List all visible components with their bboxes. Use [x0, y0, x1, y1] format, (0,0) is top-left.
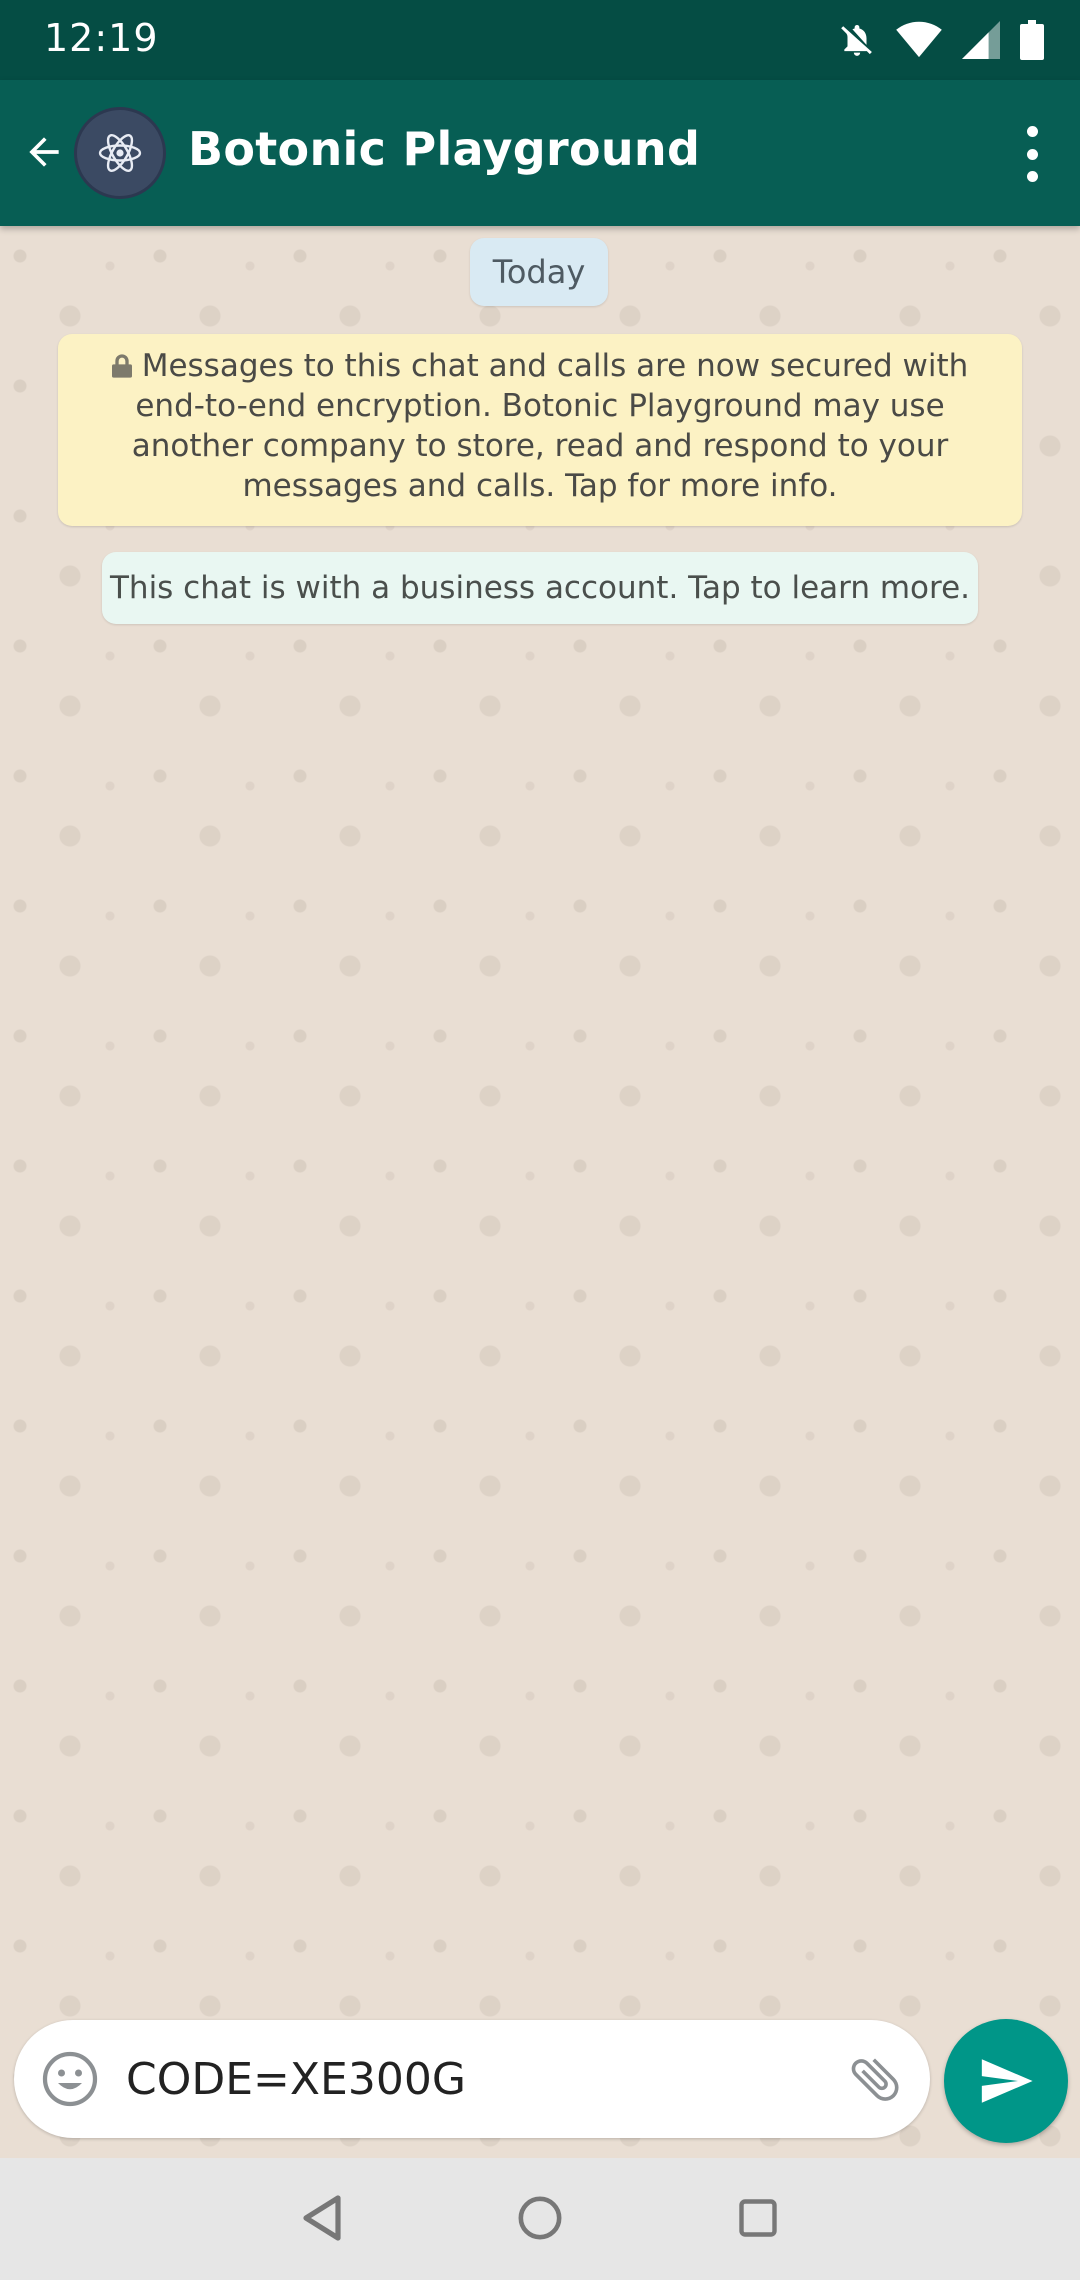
smiley-icon: [42, 2051, 98, 2107]
nav-recents-button[interactable]: [728, 2188, 788, 2248]
encryption-notice[interactable]: Messages to this chat and calls are now …: [58, 334, 1022, 526]
lock-icon: [111, 354, 132, 378]
react-atom-icon: [98, 134, 142, 172]
cellular-signal-icon: [962, 21, 1000, 59]
more-options-button[interactable]: [1020, 126, 1044, 182]
send-button[interactable]: [944, 2019, 1068, 2143]
notifications-muted-icon: [838, 20, 876, 60]
encryption-line: end-to-end encryption. Botonic Playgroun…: [135, 388, 945, 424]
back-button[interactable]: [18, 120, 70, 184]
message-composer: [14, 2020, 930, 2138]
message-input[interactable]: [126, 2044, 826, 2114]
status-bar: 12:19: [0, 0, 1080, 80]
nav-home-button[interactable]: [510, 2188, 570, 2248]
business-account-notice[interactable]: This chat is with a business account. Ta…: [102, 552, 978, 624]
recents-square-icon: [739, 2199, 777, 2237]
home-circle-icon: [518, 2196, 562, 2240]
chat-area[interactable]: Today Messages to this chat and calls ar…: [0, 226, 1080, 2158]
wifi-icon: [896, 21, 942, 59]
battery-icon: [1020, 20, 1044, 60]
back-triangle-icon: [303, 2195, 341, 2241]
encryption-line: messages and calls. Tap for more info.: [242, 468, 838, 504]
status-icons: [838, 18, 1044, 62]
date-chip: Today: [470, 238, 608, 306]
arrow-left-icon: [29, 137, 59, 167]
nav-back-button[interactable]: [292, 2188, 352, 2248]
status-time: 12:19: [44, 16, 159, 60]
chat-header: Botonic Playground: [0, 80, 1080, 226]
more-vertical-icon: [1026, 126, 1038, 137]
system-navigation-bar: [0, 2158, 1080, 2280]
chat-title[interactable]: Botonic Playground: [188, 122, 700, 176]
paperclip-icon: [851, 2058, 899, 2101]
encryption-line: another company to store, read and respo…: [131, 428, 949, 464]
encryption-line: Messages to this chat and calls are now …: [98, 346, 982, 386]
send-icon: [981, 2059, 1033, 2103]
attach-button[interactable]: [842, 2046, 908, 2112]
emoji-button[interactable]: [40, 2049, 100, 2109]
avatar[interactable]: [74, 107, 166, 199]
